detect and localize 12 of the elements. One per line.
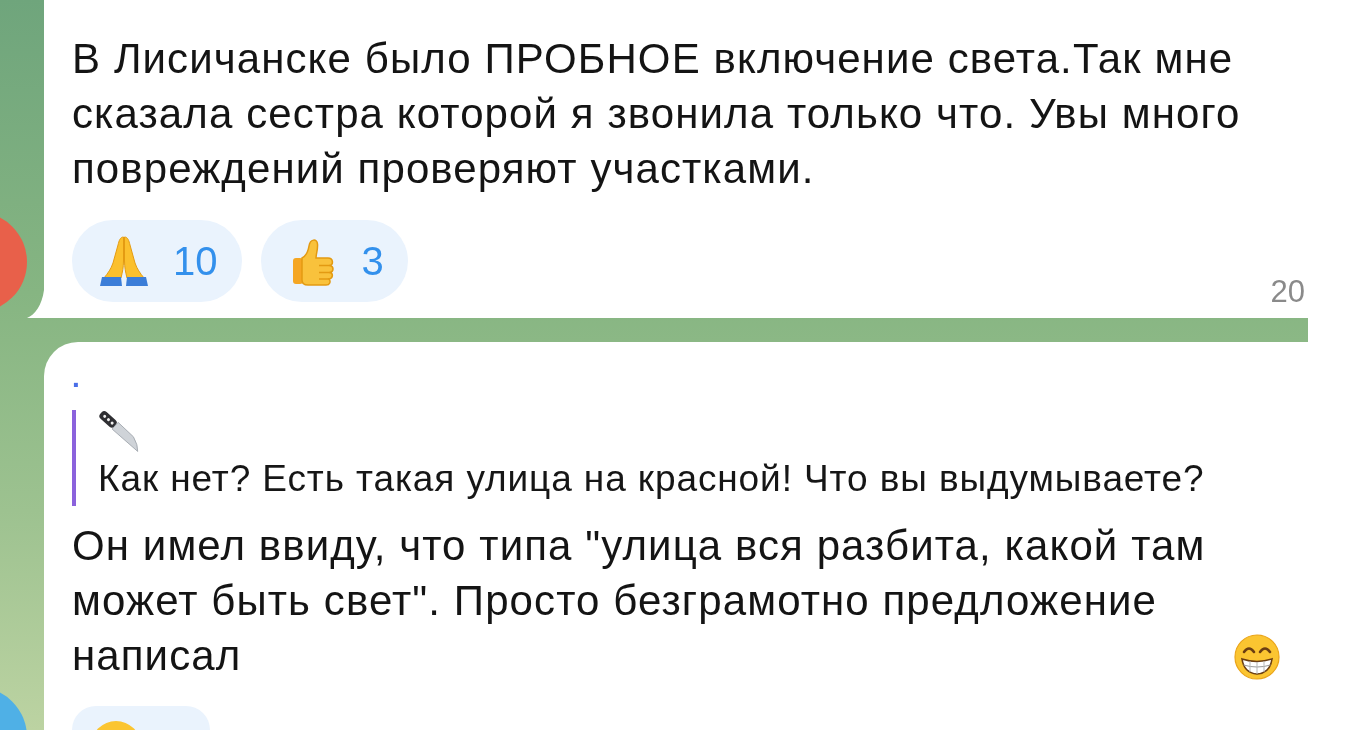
- reaction-button[interactable]: [72, 706, 210, 730]
- bubble-tail: [27, 290, 44, 318]
- reply-text: Как нет? Есть такая улица на красной! Что вы выдумываете?: [98, 457, 1205, 501]
- reply-quote[interactable]: Как нет? Есть такая улица на красной! Что вы выдумываете?: [72, 410, 1205, 506]
- praying-hands-icon: [97, 234, 151, 288]
- reaction-button[interactable]: 10: [72, 220, 242, 302]
- sender-name[interactable]: .: [72, 362, 80, 394]
- message-text: В Лисичанске было ПРОБНОЕ включение света.Так мне сказала сестра которой я звонила только что. Увы много повреждений проверяют участками.: [72, 34, 1242, 194]
- message-text: Он имел ввиду, что типа "улица вся разбита, какой там может быть свет". Просто безграмотно предложение написал: [72, 521, 1207, 681]
- grinning-face-icon: [1234, 634, 1280, 680]
- reaction-button[interactable]: 3: [260, 220, 408, 302]
- message-time: 20: [1270, 276, 1305, 307]
